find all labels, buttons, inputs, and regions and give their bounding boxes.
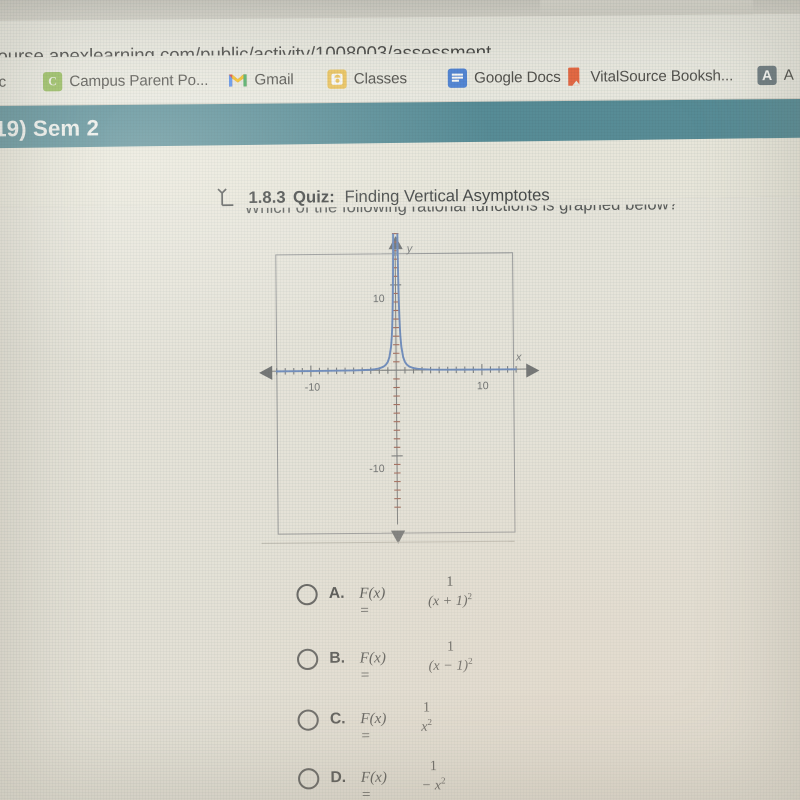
bookmark-label: Campus Parent Po...: [69, 71, 209, 90]
y-axis-label: y: [406, 243, 413, 256]
option-function: F(x) =: [360, 769, 387, 800]
google-docs-icon: [447, 67, 468, 88]
fraction-numerator: 1: [446, 639, 455, 655]
y-tick-label-neg10: -10: [369, 462, 385, 476]
x-axis-label: x: [515, 351, 522, 364]
fraction-denominator: (x + 1)2: [428, 590, 473, 609]
bookmark-label: A: [783, 66, 794, 84]
quiz-label: Quiz:: [292, 188, 335, 207]
fraction-numerator: 1: [422, 700, 431, 716]
quiz-header: 1.8.3 Quiz: Finding Vertical Asymptotes: [0, 162, 800, 208]
option-fraction: 1 (x − 1)2: [424, 637, 476, 675]
bookmark-apex-learning[interactable]: A A: [757, 60, 794, 91]
fraction-numerator: 1: [446, 574, 454, 590]
option-function: F(x) =: [359, 585, 386, 619]
vitalsource-icon: [564, 67, 583, 86]
fraction-denominator: − x2: [421, 775, 446, 794]
option-letter: B.: [329, 649, 346, 667]
option-fraction: 1 (x + 1)2: [424, 572, 476, 610]
fraction-denominator: x2: [421, 716, 433, 735]
fraction-denominator: (x − 1)2: [428, 655, 473, 674]
quiz-number: 1.8.3: [248, 188, 286, 208]
radio-button-d[interactable]: [297, 768, 320, 790]
radio-button-c[interactable]: [297, 709, 319, 731]
bookmark-label: lusic: [0, 73, 7, 91]
bookmark-gmail[interactable]: Gmail: [228, 64, 294, 95]
google-classroom-icon: [327, 69, 347, 89]
bookmark-google-classroom[interactable]: Classes: [327, 63, 407, 94]
fraction-numerator: 1: [429, 758, 437, 775]
bookmark-label: Classes: [353, 69, 408, 88]
apex-learning-icon: A: [757, 65, 777, 85]
option-function: F(x) =: [359, 650, 386, 684]
bookmark-label: Gmail: [254, 70, 294, 89]
bookmarks-bar: lusic C Campus Parent Po... Gmail Classe…: [0, 50, 800, 107]
answer-option-d[interactable]: D. F(x) = 1 − x2: [297, 756, 446, 800]
radio-button-b[interactable]: [296, 648, 319, 671]
radio-button-a[interactable]: [296, 583, 318, 606]
bookmark-campus-parent-portal[interactable]: C Campus Parent Po...: [42, 65, 209, 97]
answer-option-b[interactable]: B. F(x) = 1 (x − 1)2: [296, 637, 473, 702]
campus-parent-icon: C: [42, 71, 63, 91]
bookmark-vitalsource-bookshelf[interactable]: VitalSource Booksh...: [564, 60, 733, 92]
x-tick-label-10: 10: [476, 379, 489, 393]
back-arrow-icon[interactable]: [214, 187, 236, 207]
option-letter: C.: [329, 710, 346, 728]
answer-option-c[interactable]: C. F(x) = 1 x2: [297, 698, 437, 762]
option-fraction: 1 − x2: [417, 756, 449, 794]
bookmark-google-docs[interactable]: Google Docs: [447, 62, 561, 93]
quiz-page: Which of the following rational function…: [0, 137, 800, 800]
course-title: 019) Sem 2: [0, 115, 100, 142]
gmail-icon: [228, 70, 247, 89]
graph-ticks-and-curve: [275, 232, 518, 508]
option-letter: A.: [328, 584, 345, 603]
function-graph: -10 10 10 -10 y x: [259, 232, 540, 544]
bookmark-youtube-music[interactable]: lusic: [0, 66, 6, 97]
quiz-title: Finding Vertical Asymptotes: [344, 186, 550, 207]
bookmark-label: Google Docs: [474, 68, 561, 87]
option-letter: D.: [330, 768, 347, 787]
y-tick-label-10: 10: [372, 292, 385, 306]
option-fraction: 1 x2: [417, 698, 437, 735]
answer-option-a[interactable]: A. F(x) = 1 (x + 1)2: [296, 572, 472, 637]
answer-options: A. F(x) = 1 (x + 1)2 B. F(x) = 1 (x − 1)…: [0, 553, 800, 800]
x-tick-label-neg10: -10: [304, 381, 321, 394]
bookmark-label: VitalSource Booksh...: [590, 66, 734, 86]
browser-tab-label: —: [696, 0, 705, 4]
option-function: F(x) =: [360, 710, 387, 745]
